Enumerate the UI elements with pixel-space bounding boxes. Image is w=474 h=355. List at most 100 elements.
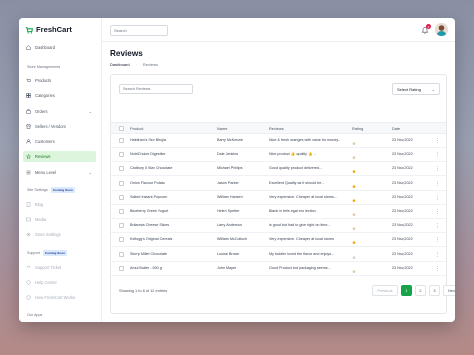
star-icon: ★ [352,254,356,260]
row-checkbox[interactable] [119,237,124,243]
search-reviews-placeholder: Search Reviews [123,87,151,91]
sidebar-item-customers[interactable]: Customers [23,136,96,147]
table-row[interactable]: Blueberry Greek Yogurt Helen Spetter Blank… [111,205,446,219]
cell-name: Louise Brown [217,251,240,256]
row-checkbox[interactable] [119,166,124,172]
user-avatar-icon [435,23,448,36]
column-date[interactable]: Date [392,126,400,131]
document-icon [26,202,31,207]
bag-icon [26,109,31,114]
more-options-icon[interactable]: ⋮ [435,209,440,215]
cell-product: Britannia Cheese Slices [130,223,170,228]
table-row[interactable]: Slurrp Millet Chocolate Louise Brown My to… [111,248,446,262]
more-options-icon[interactable]: ⋮ [435,252,440,258]
sidebar-item-how-it-works[interactable]: How FreshCart Works [23,292,96,303]
breadcrumb: Dashboard · Reviews [110,62,158,67]
sidebar-item-blog[interactable]: Blog [23,199,96,210]
table-row[interactable]: Amul Butter - 500 g John Mayer Good Produc… [111,262,446,276]
section-label-text: Support [27,251,40,255]
cell-product: Amul Butter - 500 g [130,265,162,270]
sidebar-item-sellers[interactable]: Sellers / Vendors [23,121,96,132]
row-checkbox[interactable] [119,138,124,143]
more-options-icon[interactable]: ⋮ [435,166,440,172]
cell-review: My toddler loved the flavor and enjoys..… [269,251,335,256]
search-input[interactable]: Search [110,25,168,36]
page-3-button[interactable]: 3 [429,285,440,296]
topbar: Search 2 [102,18,455,42]
info-icon [26,295,31,300]
more-options-icon[interactable]: ⋮ [435,181,440,187]
cell-date: 23 Nov,2022 [392,223,413,228]
cell-product: Onion Flavour Potato [130,180,165,185]
cell-date: 23 Nov,2022 [392,237,413,242]
row-checkbox[interactable] [119,223,124,229]
search-reviews-input[interactable]: Search Reviews [119,84,193,94]
sidebar-item-label: Menu Level [35,170,57,175]
cell-product: Haldiram's Sev Bhujia [130,138,166,142]
sidebar-item-categories[interactable]: Categories [23,90,96,101]
brand-name: FreshCart [36,25,72,34]
previous-button[interactable]: Previous [372,285,398,296]
sidebar-item-reviews[interactable]: Reviews [23,151,96,162]
star-icon: ★ [352,268,356,274]
column-product[interactable]: Product [130,126,143,131]
breadcrumb-dashboard[interactable]: Dashboard [110,62,130,67]
cell-date: 23 Nov,2022 [392,138,413,142]
sidebar-item-products[interactable]: Products [23,75,96,86]
more-options-icon[interactable]: ⋮ [435,223,440,229]
star-icon: ★ [352,226,356,232]
avatar[interactable] [435,23,448,36]
reviews-card: Search Reviews Select Rating ⌄ Product N… [110,74,455,314]
home-icon [26,45,31,50]
sidebar-item-dashboard[interactable]: Dashboard [23,42,96,53]
row-checkbox[interactable] [119,180,124,186]
table-row[interactable]: Haldiram's Sev Bhujia Barry McKenzie Nice … [111,134,446,148]
row-checkbox[interactable] [119,265,124,271]
select-all-checkbox[interactable] [119,126,124,131]
star-icon [26,154,31,159]
table-row[interactable]: NutriChoice Digestive Dale Jenkins Nice pr… [111,148,446,163]
table-row[interactable]: Cadbury 5 Star Chocolate Michael Phillips… [111,162,446,177]
table-row[interactable]: Salted Instant Popcorn William Hansen Very… [111,191,446,205]
image-icon [26,217,31,222]
sidebar-item-label: Customers [35,139,55,144]
page-1-button[interactable]: 1 [401,285,412,296]
sidebar-item-label: Orders [35,109,48,114]
brand[interactable]: FreshCart [25,25,72,34]
table-row[interactable]: Britannia Cheese Slices Larry Anderson is … [111,219,446,234]
row-checkbox[interactable] [119,152,124,158]
column-name[interactable]: Name [217,126,227,131]
column-rating[interactable]: Rating [352,126,363,131]
cell-name: Barry McKenzie [217,138,244,142]
sidebar-item-media[interactable]: Media [23,214,96,225]
sidebar-item-store-settings[interactable]: Store Settings [23,229,96,240]
sidebar-item-menu-level[interactable]: Menu Level ⌄ [23,167,96,178]
table-row[interactable]: Kellogg's Original Cereals William McColl… [111,233,446,248]
cell-name: Helen Spetter [217,209,240,213]
coming-soon-badge: Coming Soon [42,250,68,256]
rating-select[interactable]: Select Rating ⌄ [392,83,440,95]
more-options-icon[interactable]: ⋮ [435,152,440,158]
column-reviews[interactable]: Reviews [269,126,284,131]
cell-review: Good Product but packaging seems... [269,265,331,270]
page-2-button[interactable]: 2 [415,285,426,296]
chevron-down-icon: ⌄ [88,109,92,114]
cell-review: Good quality product delivered... [269,166,323,171]
more-options-icon[interactable]: ⋮ [435,237,440,243]
more-options-icon[interactable]: ⋮ [435,195,440,201]
sidebar-item-support-ticket[interactable]: Support Ticket [23,262,96,273]
more-options-icon[interactable]: ⋮ [435,138,440,144]
help-icon [26,280,31,285]
more-options-icon[interactable]: ⋮ [435,266,440,272]
sidebar-item-help-center[interactable]: Help Center [23,277,96,288]
row-checkbox[interactable] [119,194,124,200]
chevron-down-icon: ⌄ [431,86,435,92]
table-row[interactable]: Onion Flavour Potato Jason Parker Excellen… [111,177,446,191]
row-checkbox[interactable] [119,209,124,214]
cell-product: NutriChoice Digestive [130,152,166,157]
cell-review: Excellent Quality as it should be... [269,180,325,185]
users-icon [26,139,31,144]
next-button[interactable]: Next [443,285,455,296]
sidebar-item-orders[interactable]: Orders ⌄ [23,106,96,117]
row-checkbox[interactable] [119,251,124,257]
